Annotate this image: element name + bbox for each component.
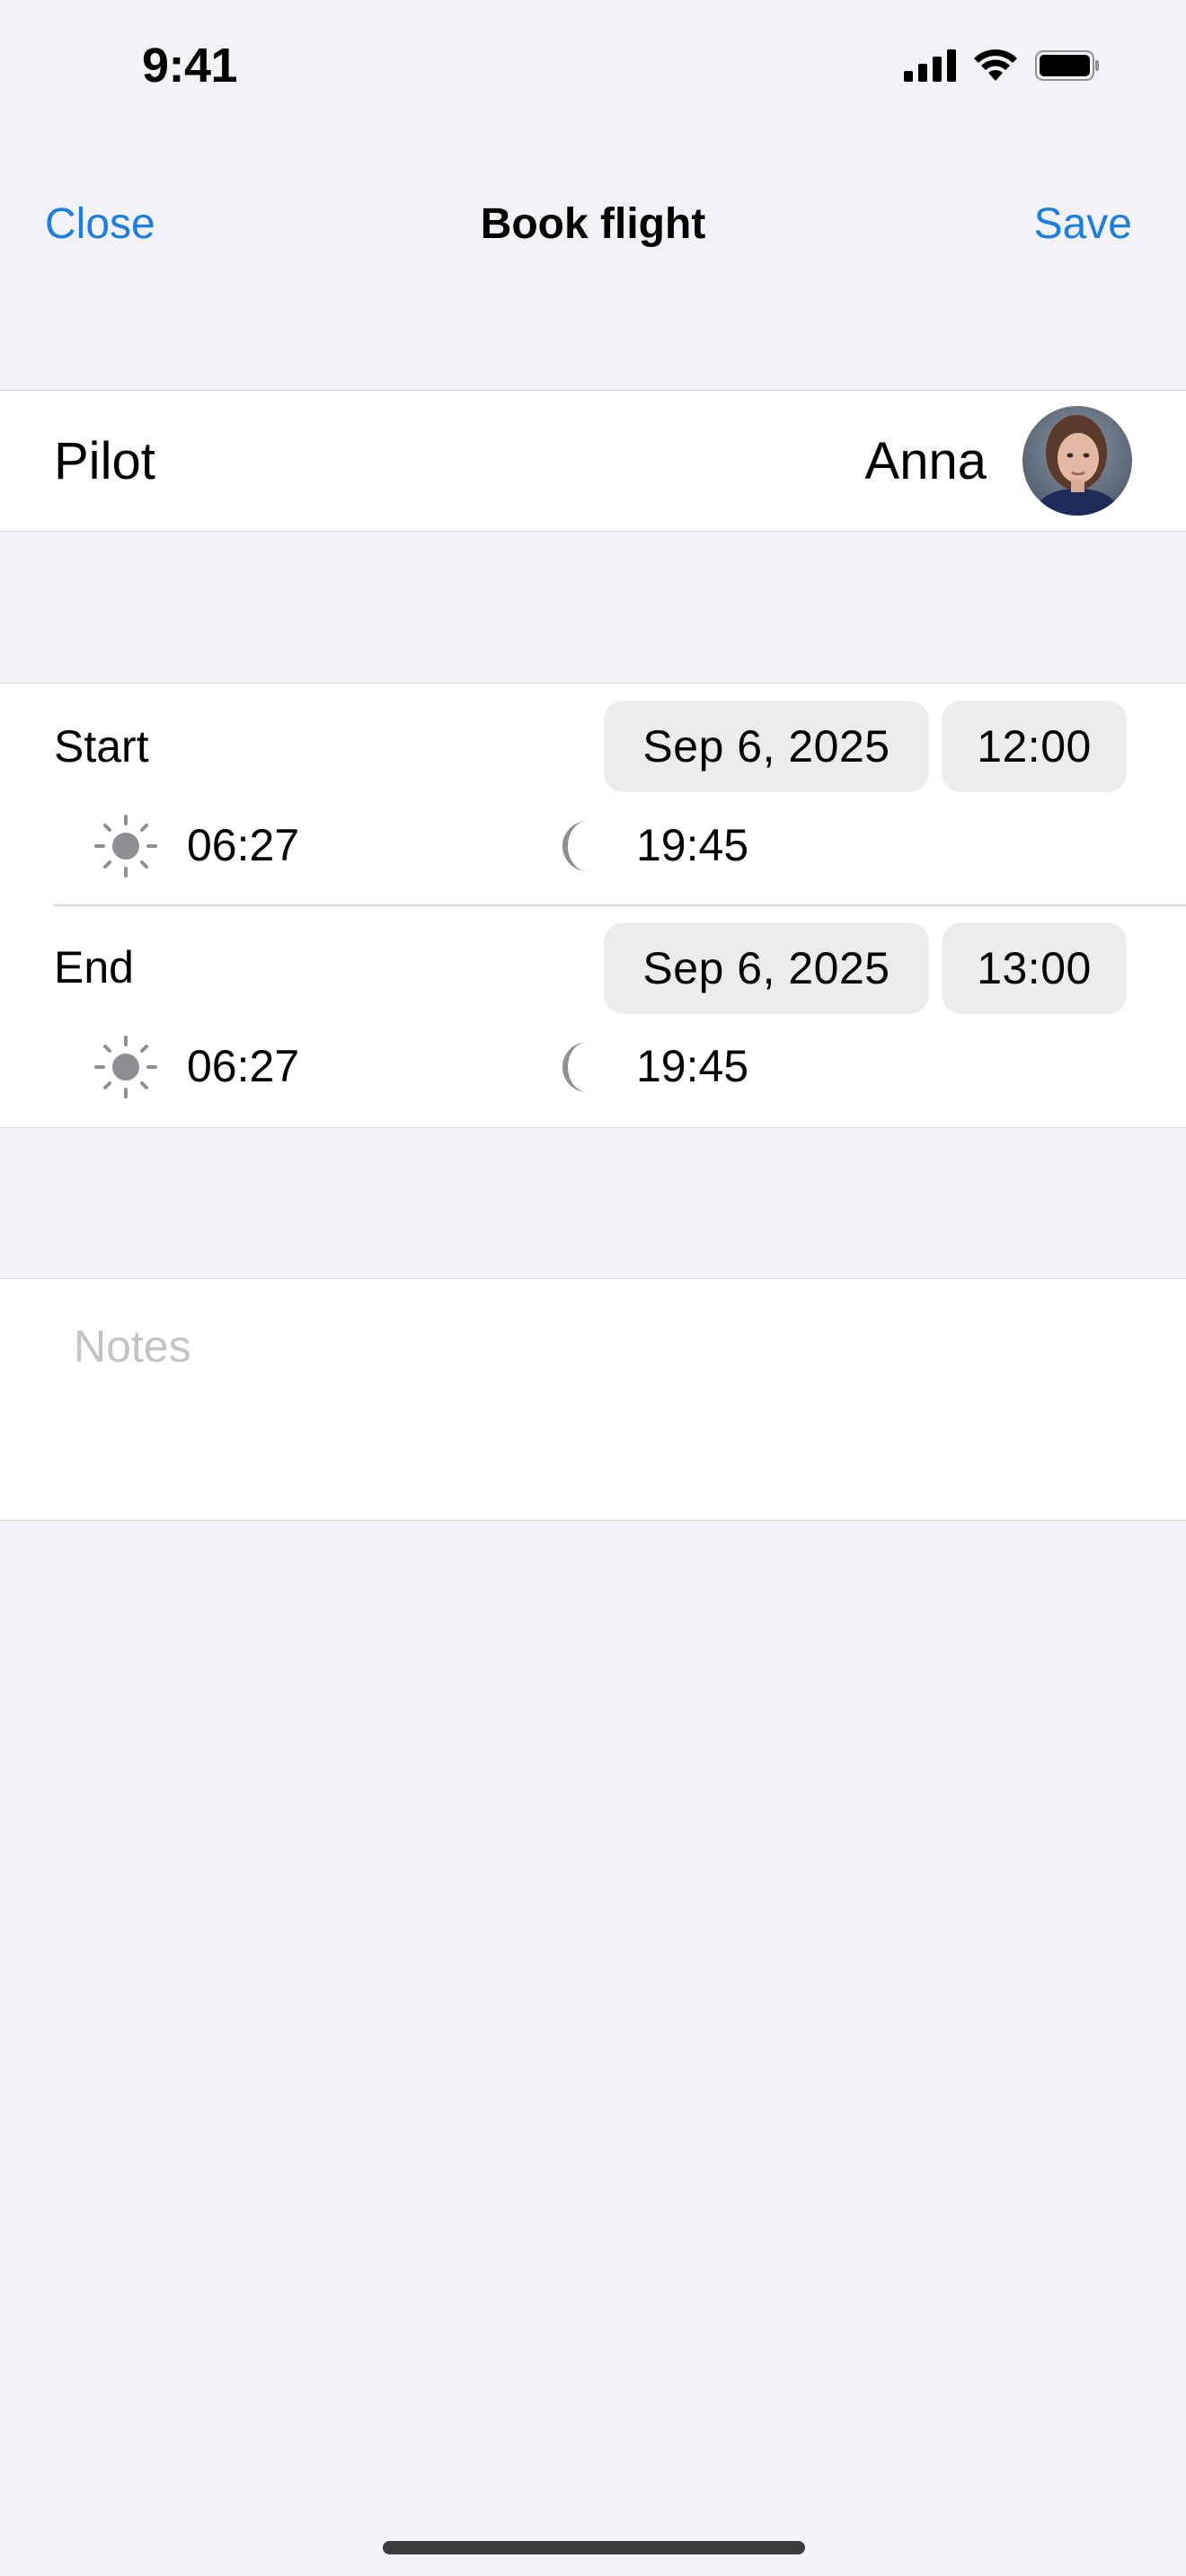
pilot-section[interactable] — [0, 390, 1186, 532]
pilot-name: Anna — [864, 432, 987, 490]
cellular-signal-icon — [904, 49, 956, 82]
battery-icon — [1035, 50, 1099, 81]
end-time-picker[interactable]: 13:00 — [942, 922, 1127, 1014]
status-time: 9:41 — [142, 39, 238, 93]
end-sunrise-time: 06:27 — [187, 1041, 300, 1091]
sunrise-icon — [94, 1036, 157, 1098]
home-indicator[interactable] — [383, 2541, 805, 2554]
save-button[interactable]: Save — [1034, 199, 1132, 249]
notes-field[interactable] — [54, 1302, 1132, 1500]
start-sunset-time: 19:45 — [636, 820, 749, 870]
divider — [54, 904, 1186, 906]
status-icons — [904, 49, 1100, 83]
moon-icon — [562, 821, 588, 871]
end-label: End — [54, 942, 134, 992]
end-date-picker[interactable]: Sep 6, 2025 — [604, 922, 929, 1014]
avatar[interactable] — [1022, 406, 1132, 516]
pilot-label: Pilot — [54, 432, 155, 490]
start-sunrise-time: 06:27 — [187, 820, 300, 870]
start-date-picker[interactable]: Sep 6, 2025 — [604, 701, 929, 792]
moon-icon — [562, 1042, 588, 1092]
page-title: Book flight — [480, 200, 706, 248]
start-time-picker[interactable]: 12:00 — [942, 701, 1127, 792]
sunrise-icon — [94, 815, 157, 878]
start-label: Start — [54, 721, 149, 772]
end-sunset-time: 19:45 — [636, 1041, 749, 1091]
wifi-icon — [974, 49, 1017, 81]
